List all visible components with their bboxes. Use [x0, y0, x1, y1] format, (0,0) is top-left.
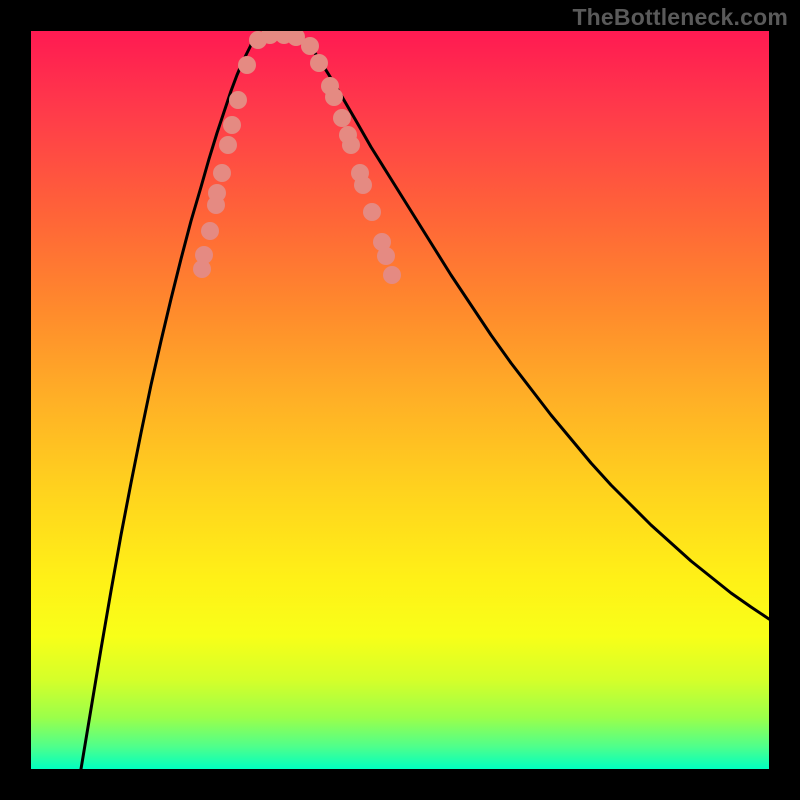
marker-point — [310, 54, 328, 72]
marker-point — [195, 246, 213, 264]
marker-group — [193, 31, 401, 284]
marker-point — [238, 56, 256, 74]
marker-point — [208, 184, 226, 202]
marker-point — [333, 109, 351, 127]
curve-curve-right — [311, 47, 769, 619]
chart-svg — [31, 31, 769, 769]
marker-point — [342, 136, 360, 154]
marker-point — [201, 222, 219, 240]
chart-area — [31, 31, 769, 769]
marker-point — [363, 203, 381, 221]
marker-point — [219, 136, 237, 154]
marker-point — [354, 176, 372, 194]
marker-point — [229, 91, 247, 109]
marker-point — [223, 116, 241, 134]
watermark-text: TheBottleneck.com — [572, 4, 788, 31]
marker-point — [377, 247, 395, 265]
curve-group — [81, 35, 769, 769]
marker-point — [213, 164, 231, 182]
marker-point — [383, 266, 401, 284]
marker-point — [325, 88, 343, 106]
marker-point — [301, 37, 319, 55]
